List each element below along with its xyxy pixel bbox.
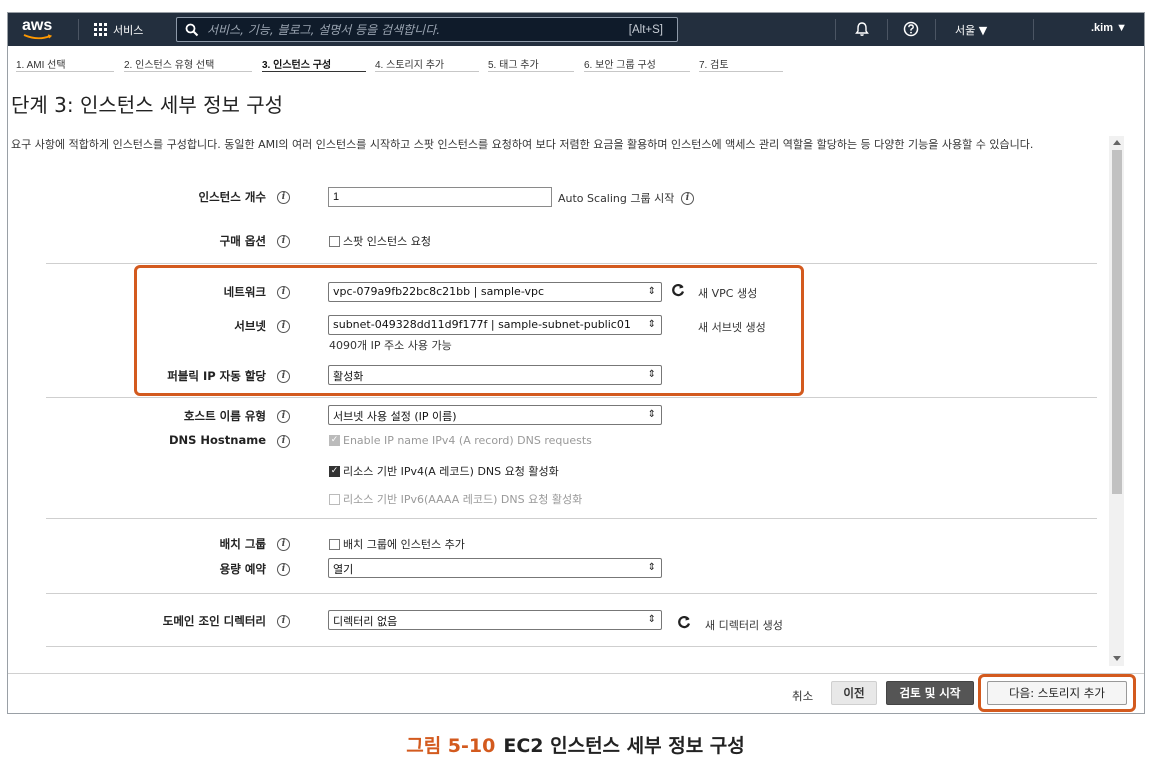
section-divider bbox=[46, 593, 1097, 594]
nav-divider bbox=[887, 19, 888, 40]
chevron-down-icon: ⇕ bbox=[647, 409, 656, 420]
placement-group-checkbox-label: 배치 그룹에 인스턴스 추가 bbox=[343, 538, 465, 551]
dns-ipv4-resource-checkbox[interactable]: ✓ 리소스 기반 IPv4(A 레코드) DNS 요청 활성화 bbox=[329, 463, 559, 479]
step-underline bbox=[16, 71, 114, 72]
services-menu-button[interactable]: 서비스 bbox=[94, 19, 143, 40]
highlight-next-button-box bbox=[978, 674, 1136, 712]
step-underline bbox=[584, 71, 690, 72]
page-title: 단계 3: 인스턴스 세부 정보 구성 bbox=[11, 93, 284, 117]
browser-frame: aws 서비스 [Alt+S] bbox=[7, 12, 1145, 714]
section-divider bbox=[46, 397, 1097, 398]
create-directory-link[interactable]: 새 디렉터리 생성 bbox=[705, 617, 783, 633]
hostname-type-label: 호스트 이름 유형 bbox=[183, 409, 266, 423]
domain-directory-select[interactable]: 디렉터리 없음 ⇕ bbox=[328, 610, 662, 630]
capacity-reservation-select[interactable]: 열기 ⇕ bbox=[328, 558, 662, 578]
info-icon[interactable]: i bbox=[277, 538, 290, 551]
step-security-group[interactable]: 6. 보안 그룹 구성 bbox=[584, 56, 656, 71]
step-storage[interactable]: 4. 스토리지 추가 bbox=[375, 56, 444, 71]
dns-ipv4-name-label: Enable IP name IPv4 (A record) DNS reque… bbox=[343, 434, 592, 447]
checkbox-box[interactable]: ✓ bbox=[329, 465, 340, 477]
hostname-type-select[interactable]: 서브넷 사용 설정 (IP 이름) ⇕ bbox=[328, 405, 662, 425]
chevron-down-icon: ⇕ bbox=[647, 562, 656, 573]
top-nav-bar: aws 서비스 [Alt+S] bbox=[8, 13, 1144, 46]
capacity-reservation-label: 용량 예약 bbox=[219, 562, 266, 576]
search-input[interactable] bbox=[207, 22, 629, 37]
checkbox-box[interactable] bbox=[329, 235, 340, 247]
dns-hostname-label: DNS Hostname bbox=[168, 433, 266, 447]
scroll-thumb[interactable] bbox=[1112, 150, 1122, 494]
section-divider bbox=[46, 518, 1097, 519]
hostname-type-select-value: 서브넷 사용 설정 (IP 이름) bbox=[333, 410, 457, 423]
section-divider bbox=[46, 646, 1097, 647]
region-selector[interactable]: 서울 ▼ bbox=[955, 22, 987, 38]
info-icon[interactable]: i bbox=[277, 235, 290, 248]
grid-icon bbox=[94, 23, 107, 36]
info-icon[interactable]: i bbox=[277, 191, 290, 204]
placement-group-label: 배치 그룹 bbox=[219, 537, 266, 551]
review-and-launch-button[interactable]: 검토 및 시작 bbox=[886, 681, 974, 705]
step-underline-active bbox=[262, 71, 366, 72]
step-ami[interactable]: 1. AMI 선택 bbox=[16, 56, 66, 71]
help-icon[interactable] bbox=[903, 21, 919, 37]
dns-ipv4-resource-label: 리소스 기반 IPv4(A 레코드) DNS 요청 활성화 bbox=[343, 465, 559, 478]
step-underline bbox=[488, 71, 574, 72]
highlight-network-box bbox=[134, 265, 804, 396]
info-icon[interactable]: i bbox=[277, 563, 290, 576]
page-description: 요구 사항에 적합하게 인스턴스를 구성합니다. 동일한 AMI의 여러 인스턴… bbox=[11, 138, 1034, 151]
info-icon[interactable]: i bbox=[277, 435, 290, 448]
instance-count-label: 인스턴스 개수 bbox=[198, 190, 266, 204]
dns-ipv4-name-checkbox[interactable]: ✓ Enable IP name IPv4 (A record) DNS req… bbox=[329, 434, 592, 447]
autoscaling-link[interactable]: Auto Scaling 그룹 시작 bbox=[558, 190, 674, 206]
figure-number: 그림 5-10 bbox=[406, 735, 496, 757]
nav-divider bbox=[78, 19, 79, 40]
figure-caption: 그림 5-10 EC2 인스턴스 세부 정보 구성 bbox=[0, 731, 1151, 758]
aws-smile-icon bbox=[23, 34, 53, 40]
purchase-option-label: 구매 옵션 bbox=[219, 234, 266, 248]
aws-logo-text: aws bbox=[22, 17, 53, 34]
checkbox-box[interactable] bbox=[329, 493, 340, 505]
info-icon[interactable]: i bbox=[277, 410, 290, 423]
spot-instance-checkbox[interactable]: 스팟 인스턴스 요청 bbox=[329, 233, 431, 249]
step-instance-type[interactable]: 2. 인스턴스 유형 선택 bbox=[124, 56, 214, 71]
figure-caption-text: EC2 인스턴스 세부 정보 구성 bbox=[503, 735, 745, 757]
domain-directory-label: 도메인 조인 디렉터리 bbox=[162, 614, 266, 628]
instance-count-input[interactable] bbox=[328, 187, 552, 207]
step-tags[interactable]: 5. 태그 추가 bbox=[488, 56, 539, 71]
aws-logo[interactable]: aws bbox=[18, 17, 64, 41]
bell-icon[interactable] bbox=[854, 21, 870, 37]
search-hotkey: [Alt+S] bbox=[628, 23, 663, 36]
scrollbar[interactable] bbox=[1109, 136, 1124, 666]
scroll-up-arrow-icon[interactable] bbox=[1113, 140, 1121, 145]
search-icon bbox=[185, 23, 199, 36]
domain-directory-select-value: 디렉터리 없음 bbox=[333, 615, 398, 628]
step-underline bbox=[124, 71, 252, 72]
step-configure-instance[interactable]: 3. 인스턴스 구성 bbox=[262, 56, 331, 71]
services-label: 서비스 bbox=[113, 23, 144, 37]
refresh-icon[interactable] bbox=[677, 615, 691, 629]
checkbox-box[interactable] bbox=[329, 538, 340, 550]
dns-ipv6-resource-checkbox[interactable]: 리소스 기반 IPv6(AAAA 레코드) DNS 요청 활성화 bbox=[329, 491, 582, 507]
chevron-down-icon: ⇕ bbox=[647, 614, 656, 625]
search-bar[interactable]: [Alt+S] bbox=[176, 17, 678, 42]
section-divider bbox=[46, 263, 1097, 264]
nav-divider bbox=[835, 19, 836, 40]
info-icon[interactable]: i bbox=[681, 192, 694, 205]
scroll-down-arrow-icon[interactable] bbox=[1113, 656, 1121, 661]
capacity-reservation-select-value: 열기 bbox=[333, 563, 354, 576]
wizard-steps: 1. AMI 선택 2. 인스턴스 유형 선택 3. 인스턴스 구성 4. 스토… bbox=[8, 46, 1144, 76]
dns-ipv6-resource-label: 리소스 기반 IPv6(AAAA 레코드) DNS 요청 활성화 bbox=[343, 493, 583, 506]
info-icon[interactable]: i bbox=[277, 615, 290, 628]
previous-button[interactable]: 이전 bbox=[831, 681, 877, 705]
account-menu[interactable]: .kim ▼ bbox=[1091, 22, 1127, 34]
placement-group-checkbox[interactable]: 배치 그룹에 인스턴스 추가 bbox=[329, 536, 465, 552]
step-underline bbox=[375, 71, 479, 72]
step-underline bbox=[699, 71, 783, 72]
footer-divider bbox=[8, 673, 1144, 674]
nav-divider bbox=[935, 19, 936, 40]
checkbox-box[interactable]: ✓ bbox=[329, 435, 340, 446]
cancel-button[interactable]: 취소 bbox=[792, 688, 813, 704]
spot-instance-checkbox-label: 스팟 인스턴스 요청 bbox=[343, 235, 431, 248]
nav-divider bbox=[1033, 19, 1034, 40]
step-review[interactable]: 7. 검토 bbox=[699, 56, 729, 71]
